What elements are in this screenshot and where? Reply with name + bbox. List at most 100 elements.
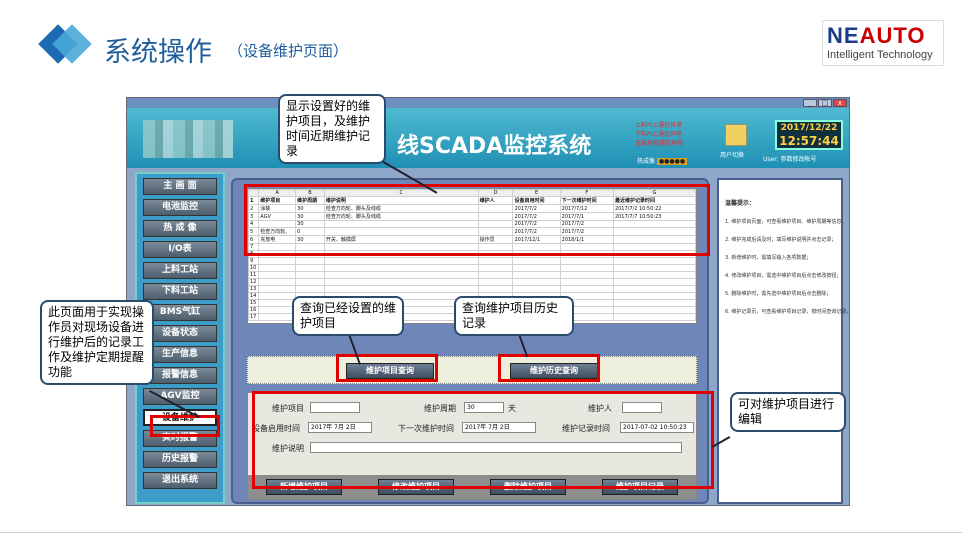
maximize-icon[interactable]: □ xyxy=(818,99,832,107)
grid-cell[interactable] xyxy=(323,285,479,293)
alarm-text: 下料PLC通信异常 xyxy=(635,131,683,138)
menu-exit[interactable]: 退出系统 xyxy=(143,472,217,489)
grid-cell[interactable] xyxy=(512,257,561,265)
grid-cell[interactable] xyxy=(612,299,696,307)
grid-cell[interactable] xyxy=(477,257,514,265)
menu-battery[interactable]: 电池监控 xyxy=(143,199,217,216)
grid-cell[interactable] xyxy=(323,271,479,279)
grid-cell[interactable] xyxy=(559,278,614,286)
grid-cell[interactable] xyxy=(258,264,297,272)
grid-cell[interactable] xyxy=(295,278,325,286)
grid-cell[interactable] xyxy=(512,278,561,286)
grid-cell[interactable] xyxy=(258,285,297,293)
grid-cell[interactable] xyxy=(612,313,696,321)
grid-cell[interactable] xyxy=(258,257,297,265)
table-row[interactable]: 13 xyxy=(248,285,696,293)
grid-cell[interactable] xyxy=(612,278,696,286)
blurred-logo xyxy=(143,120,233,158)
status-dots-icon: ●●●●● xyxy=(656,158,688,165)
menu-main[interactable]: 主 画 面 xyxy=(143,178,217,195)
grid-cell[interactable] xyxy=(295,285,325,293)
alarm-text: 上料PLC通信异常 xyxy=(635,122,683,129)
page-callout: 此页面用于实现操作员对现场设备进行维护后的记录工作及维护定期提醒功能 xyxy=(40,300,154,385)
grid-cell[interactable] xyxy=(477,278,514,286)
minimize-icon[interactable]: _ xyxy=(803,99,817,107)
grid-cell[interactable] xyxy=(512,271,561,279)
grid-cell[interactable] xyxy=(477,264,514,272)
user-switch-icon[interactable] xyxy=(725,124,747,146)
history-callout: 查询维护项目历史记录 xyxy=(454,296,574,336)
close-icon[interactable]: x xyxy=(833,99,847,107)
grid-cell[interactable] xyxy=(258,299,297,307)
current-user: User: 参数修改帐号 xyxy=(763,156,817,163)
grid-cell[interactable] xyxy=(559,285,614,293)
grid-cell[interactable] xyxy=(477,271,514,279)
table-row[interactable]: 10 xyxy=(248,264,696,272)
grid-cell[interactable]: 11 xyxy=(248,271,260,279)
grid-cell[interactable] xyxy=(295,264,325,272)
slide-title: 系统操作 xyxy=(104,37,212,68)
grid-cell[interactable] xyxy=(559,271,614,279)
menu-bms[interactable]: BMS气缸 xyxy=(143,304,217,321)
query-button-band: 维护项目查询 维护历史查询 xyxy=(247,356,697,384)
grid-cell[interactable]: 9 xyxy=(248,257,260,265)
grid-cell[interactable] xyxy=(258,306,297,314)
menu-alarm-info[interactable]: 报警信息 xyxy=(143,367,217,384)
grid-cell[interactable] xyxy=(477,285,514,293)
grid-cell[interactable] xyxy=(612,257,696,265)
menu-unloading[interactable]: 下料工站 xyxy=(143,283,217,300)
tip-item: 3. 新增维护时，需填写输入各项数据； xyxy=(725,255,812,261)
logo-tagline: Intelligent Technology xyxy=(827,49,933,61)
grid-cell[interactable] xyxy=(323,278,479,286)
menu-io[interactable]: I/O表 xyxy=(143,241,217,258)
tips-title: 温馨提示： xyxy=(725,200,756,207)
thermal-label: 热成像 xyxy=(637,158,656,165)
grid-highlight xyxy=(244,184,710,256)
grid-cell[interactable] xyxy=(612,306,696,314)
grid-cell[interactable]: 12 xyxy=(248,278,260,286)
tip-item: 6. 维护记录页，可查看维护项目记录，按时间查询记录。 xyxy=(725,309,852,315)
grid-cell[interactable] xyxy=(559,257,614,265)
tip-item: 5. 删除维护时，需先选中维护项目后点击删除； xyxy=(725,291,832,297)
tip-item: 4. 修改维护项目，需选中维护项目后点击修改按钮； xyxy=(725,273,842,279)
table-row[interactable]: 9 xyxy=(248,257,696,265)
grid-cell[interactable] xyxy=(612,271,696,279)
grid-cell[interactable] xyxy=(295,257,325,265)
grid-cell[interactable]: 17 xyxy=(248,313,260,321)
menu-highlight xyxy=(150,415,220,437)
menu-agv[interactable]: AGV监控 xyxy=(143,388,217,405)
grid-cell[interactable] xyxy=(258,278,297,286)
grid-cell[interactable] xyxy=(323,264,479,272)
grid-cell[interactable] xyxy=(512,264,561,272)
grid-cell[interactable] xyxy=(258,292,297,300)
system-title: 线SCADA监控系统 xyxy=(397,134,592,159)
grid-cell[interactable]: 14 xyxy=(248,292,260,300)
grid-cell[interactable] xyxy=(512,285,561,293)
grid-cell[interactable] xyxy=(612,285,696,293)
window-titlebar: _ □ x xyxy=(127,98,849,108)
tips-panel: 温馨提示： 1. 维护项目页面，可查看维护项目、维护周期等信息； 2. 维护完成… xyxy=(717,178,851,504)
grid-cell[interactable] xyxy=(559,264,614,272)
query-highlight xyxy=(336,354,438,382)
menu-history-alarm[interactable]: 历史报警 xyxy=(143,451,217,468)
table-row[interactable]: 11 xyxy=(248,271,696,279)
menu-production[interactable]: 生产信息 xyxy=(143,346,217,363)
menu-loading[interactable]: 上料工站 xyxy=(143,262,217,279)
grid-cell[interactable] xyxy=(323,257,479,265)
grid-cell[interactable] xyxy=(295,271,325,279)
grid-callout: 显示设置好的维护项目，及维护时间近期维护记录 xyxy=(278,94,386,164)
logo-text: NEAUTO xyxy=(827,23,926,49)
grid-cell[interactable]: 10 xyxy=(248,264,260,272)
user-switch-label[interactable]: 用户切换 xyxy=(720,150,744,159)
menu-thermal[interactable]: 热 成 像 xyxy=(143,220,217,237)
grid-cell[interactable]: 16 xyxy=(248,306,260,314)
grid-cell[interactable] xyxy=(612,264,696,272)
table-row[interactable]: 12 xyxy=(248,278,696,286)
grid-cell[interactable] xyxy=(258,271,297,279)
grid-cell[interactable]: 13 xyxy=(248,285,260,293)
grid-cell[interactable]: 15 xyxy=(248,299,260,307)
grid-cell[interactable] xyxy=(612,292,696,300)
logo-ne: NE xyxy=(827,23,860,48)
menu-device-status[interactable]: 设备状态 xyxy=(143,325,217,342)
grid-cell[interactable] xyxy=(258,313,297,321)
